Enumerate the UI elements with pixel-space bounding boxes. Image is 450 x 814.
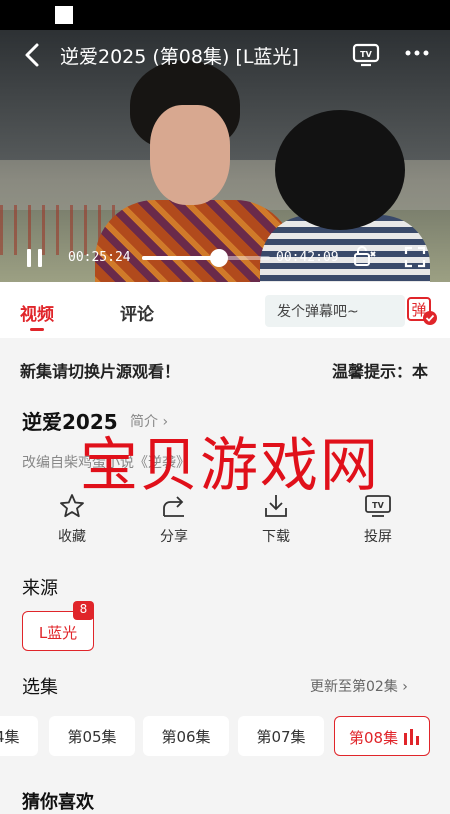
- source-count-badge: 8: [73, 601, 94, 620]
- progress-fill: [142, 256, 219, 260]
- tab-video[interactable]: 视频: [20, 300, 54, 325]
- episode-label: 第08集: [349, 729, 399, 747]
- svg-text:TV: TV: [372, 501, 384, 510]
- watermark: 宝贝游戏网: [80, 431, 381, 499]
- svg-text:TV: TV: [360, 50, 372, 59]
- current-time: 00:25:24: [68, 250, 131, 265]
- video-player[interactable]: 逆爱2025 (第08集) [L蓝光] TV 00:25:24 00:42:09: [0, 30, 450, 282]
- tab-bar: 视频 评论 发个弹幕吧~ 弹: [0, 282, 450, 338]
- episode-item[interactable]: 第05集: [49, 716, 135, 756]
- cast-label: 投屏: [364, 529, 392, 545]
- video-title: 逆爱2025 (第08集) [L蓝光]: [60, 46, 299, 68]
- episodes-update-link[interactable]: 更新至第02集 ›: [310, 676, 408, 696]
- cast-button[interactable]: TV 投屏: [328, 492, 428, 546]
- episode-list: 第04集 第05集 第06集 第07集 第08集: [0, 716, 450, 758]
- cast-tv-icon[interactable]: TV: [352, 42, 380, 68]
- fullscreen-icon[interactable]: [404, 246, 426, 268]
- status-indicator: [55, 6, 73, 24]
- episodes-update-label: 更新至第02集: [310, 679, 398, 695]
- episode-item[interactable]: 第07集: [238, 716, 324, 756]
- download-button[interactable]: 下载: [226, 492, 326, 546]
- download-label: 下载: [262, 529, 290, 545]
- tab-active-indicator: [30, 328, 44, 331]
- share-button[interactable]: 分享: [124, 492, 224, 546]
- notice-text-right: 温馨提示：本: [332, 358, 428, 382]
- status-bar: [0, 0, 450, 30]
- progress-thumb[interactable]: [209, 249, 228, 267]
- episodes-heading: 选集: [22, 677, 58, 698]
- download-icon: [265, 495, 287, 517]
- episode-item[interactable]: 第06集: [143, 716, 229, 756]
- star-icon: [60, 494, 84, 518]
- source-heading: 来源: [22, 578, 58, 599]
- chevron-right-icon: ›: [402, 679, 408, 695]
- share-icon: [163, 496, 184, 517]
- notice-text-left: 新集请切换片源观看！: [20, 358, 180, 382]
- more-icon[interactable]: [404, 48, 430, 58]
- pause-icon[interactable]: [24, 246, 46, 270]
- recommend-heading: 猜你喜欢: [22, 792, 94, 813]
- favorite-label: 收藏: [58, 529, 86, 545]
- total-time: 00:42:09: [276, 250, 339, 265]
- back-icon[interactable]: [22, 42, 44, 68]
- screen-lock-icon[interactable]: [352, 244, 378, 270]
- action-row: 收藏 分享 下载 TV 投屏: [0, 492, 450, 552]
- playing-bars-icon: [404, 729, 419, 745]
- progress-bar[interactable]: [142, 249, 270, 267]
- favorite-button[interactable]: 收藏: [22, 492, 122, 546]
- notice-marquee: 新集请切换片源观看！ 温馨提示：本: [0, 352, 450, 382]
- player-controls: 00:25:24 00:42:09: [0, 240, 450, 280]
- share-label: 分享: [160, 529, 188, 545]
- episode-item[interactable]: 第04集: [0, 716, 38, 756]
- tv-icon: TV: [365, 495, 391, 517]
- tab-comments[interactable]: 评论: [120, 300, 154, 325]
- danmaku-input[interactable]: 发个弹幕吧~: [265, 295, 405, 327]
- episode-item-active[interactable]: 第08集: [334, 716, 430, 756]
- danmaku-toggle-icon[interactable]: 弹: [406, 296, 438, 326]
